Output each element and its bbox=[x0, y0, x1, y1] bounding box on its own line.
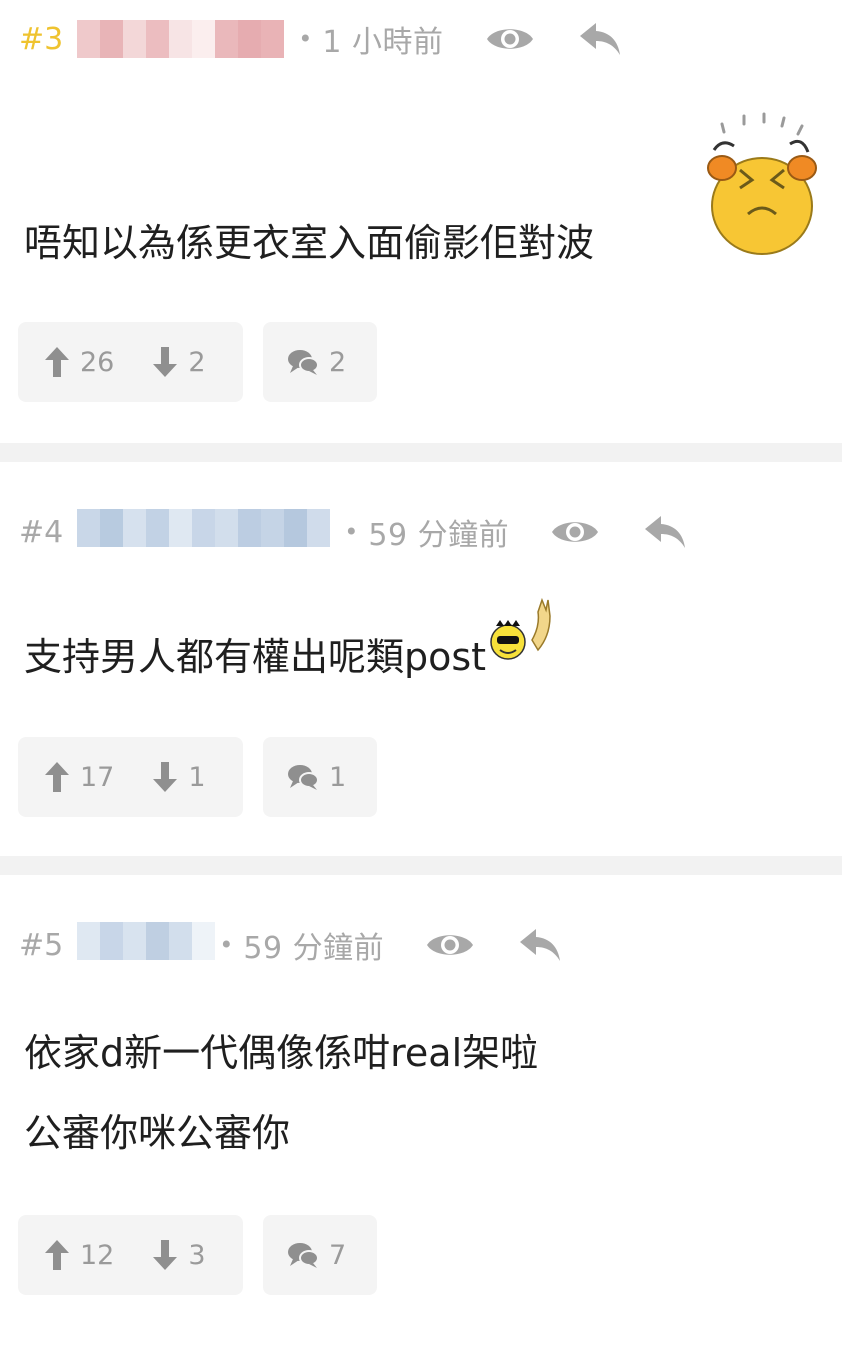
upvote-button[interactable]: 17 bbox=[44, 761, 114, 793]
reply-icon[interactable] bbox=[639, 512, 691, 552]
content-line: 依家d新一代偶像係咁real架啦 bbox=[24, 1031, 539, 1075]
downvote-count: 1 bbox=[188, 761, 206, 793]
thumb-up-arrow-icon bbox=[45, 1240, 69, 1270]
vote-box: 12 3 bbox=[18, 1215, 243, 1295]
post-actions: 12 3 7 bbox=[18, 1215, 377, 1295]
post-time: 59 分鐘前 bbox=[243, 931, 385, 966]
post-4: #4 • 59 分鐘前 支持男人都有權出呢類post 17 1 1 bbox=[0, 462, 842, 856]
upvote-count: 12 bbox=[80, 1239, 115, 1271]
separator-dot: • bbox=[219, 931, 234, 959]
content-text: 支持男人都有權出呢類post bbox=[24, 635, 487, 679]
comment-bubbles-icon bbox=[288, 765, 319, 790]
post-content: 支持男人都有權出呢類post bbox=[24, 597, 554, 697]
post-5: #5 • 59 分鐘前 依家d新一代偶像係咁real架啦 公審你咪公審你 12 … bbox=[0, 875, 842, 1349]
post-time: 1 小時前 bbox=[322, 25, 444, 60]
vote-box: 26 2 bbox=[18, 322, 243, 402]
post-header: #5 • 59 分鐘前 bbox=[19, 922, 566, 968]
eye-icon[interactable] bbox=[484, 19, 536, 59]
upvote-button[interactable]: 26 bbox=[44, 346, 114, 378]
post-actions: 26 2 2 bbox=[18, 322, 377, 402]
content-line: 公審你咪公審你 bbox=[24, 1111, 291, 1155]
downvote-button[interactable]: 3 bbox=[152, 1239, 206, 1271]
vote-box: 17 1 bbox=[18, 737, 243, 817]
comment-count: 2 bbox=[329, 346, 347, 378]
sunglasses-smiley-sticker bbox=[488, 596, 554, 693]
thumb-down-arrow-icon bbox=[153, 762, 178, 792]
upvote-count: 26 bbox=[80, 346, 115, 378]
post-header: #4 • 59 分鐘前 bbox=[19, 509, 691, 555]
thumb-down-arrow-icon bbox=[153, 347, 178, 377]
upvote-count: 17 bbox=[80, 761, 115, 793]
post-divider bbox=[0, 856, 842, 875]
username-blurred[interactable] bbox=[77, 20, 285, 58]
username-blurred[interactable] bbox=[77, 509, 331, 555]
thumb-up-arrow-icon bbox=[45, 347, 69, 377]
content-line: 唔知以為係更衣室入面偷影佢對波 bbox=[24, 221, 595, 265]
separator-dot: • bbox=[344, 518, 359, 546]
floor-number[interactable]: #5 bbox=[19, 928, 63, 963]
shocked-face-sticker bbox=[700, 110, 824, 262]
thumb-up-arrow-icon bbox=[45, 762, 69, 792]
downvote-count: 2 bbox=[188, 346, 206, 378]
comment-bubbles-icon bbox=[288, 350, 319, 375]
separator-dot: • bbox=[298, 25, 313, 53]
comment-button[interactable]: 1 bbox=[263, 737, 377, 817]
floor-number[interactable]: #3 bbox=[19, 22, 63, 57]
post-content: 依家d新一代偶像係咁real架啦 公審你咪公審你 bbox=[24, 1013, 538, 1173]
eye-icon[interactable] bbox=[424, 925, 476, 965]
comment-bubbles-icon bbox=[288, 1243, 319, 1268]
downvote-button[interactable]: 1 bbox=[152, 761, 206, 793]
post-header: #3 • 1 小時前 bbox=[19, 19, 626, 60]
post-3: #3 • 1 小時前 唔知以為係更衣室入面偷影佢對波 26 2 2 bbox=[0, 0, 842, 443]
floor-number[interactable]: #4 bbox=[19, 515, 63, 550]
downvote-button[interactable]: 2 bbox=[152, 346, 206, 378]
downvote-count: 3 bbox=[188, 1239, 206, 1271]
post-actions: 17 1 1 bbox=[18, 737, 377, 817]
post-divider bbox=[0, 443, 842, 462]
comment-button[interactable]: 7 bbox=[263, 1215, 377, 1295]
username-blurred[interactable] bbox=[77, 922, 216, 968]
comment-count: 1 bbox=[329, 761, 347, 793]
eye-icon[interactable] bbox=[549, 512, 601, 552]
thumb-down-arrow-icon bbox=[153, 1240, 178, 1270]
content-line: 支持男人都有權出呢類post bbox=[24, 597, 554, 697]
reply-icon[interactable] bbox=[514, 925, 566, 965]
comment-button[interactable]: 2 bbox=[263, 322, 377, 402]
post-content: 唔知以為係更衣室入面偷影佢對波 bbox=[24, 203, 594, 283]
upvote-button[interactable]: 12 bbox=[44, 1239, 114, 1271]
comment-count: 7 bbox=[329, 1239, 347, 1271]
post-time: 59 分鐘前 bbox=[368, 518, 510, 553]
reply-icon[interactable] bbox=[574, 19, 626, 59]
